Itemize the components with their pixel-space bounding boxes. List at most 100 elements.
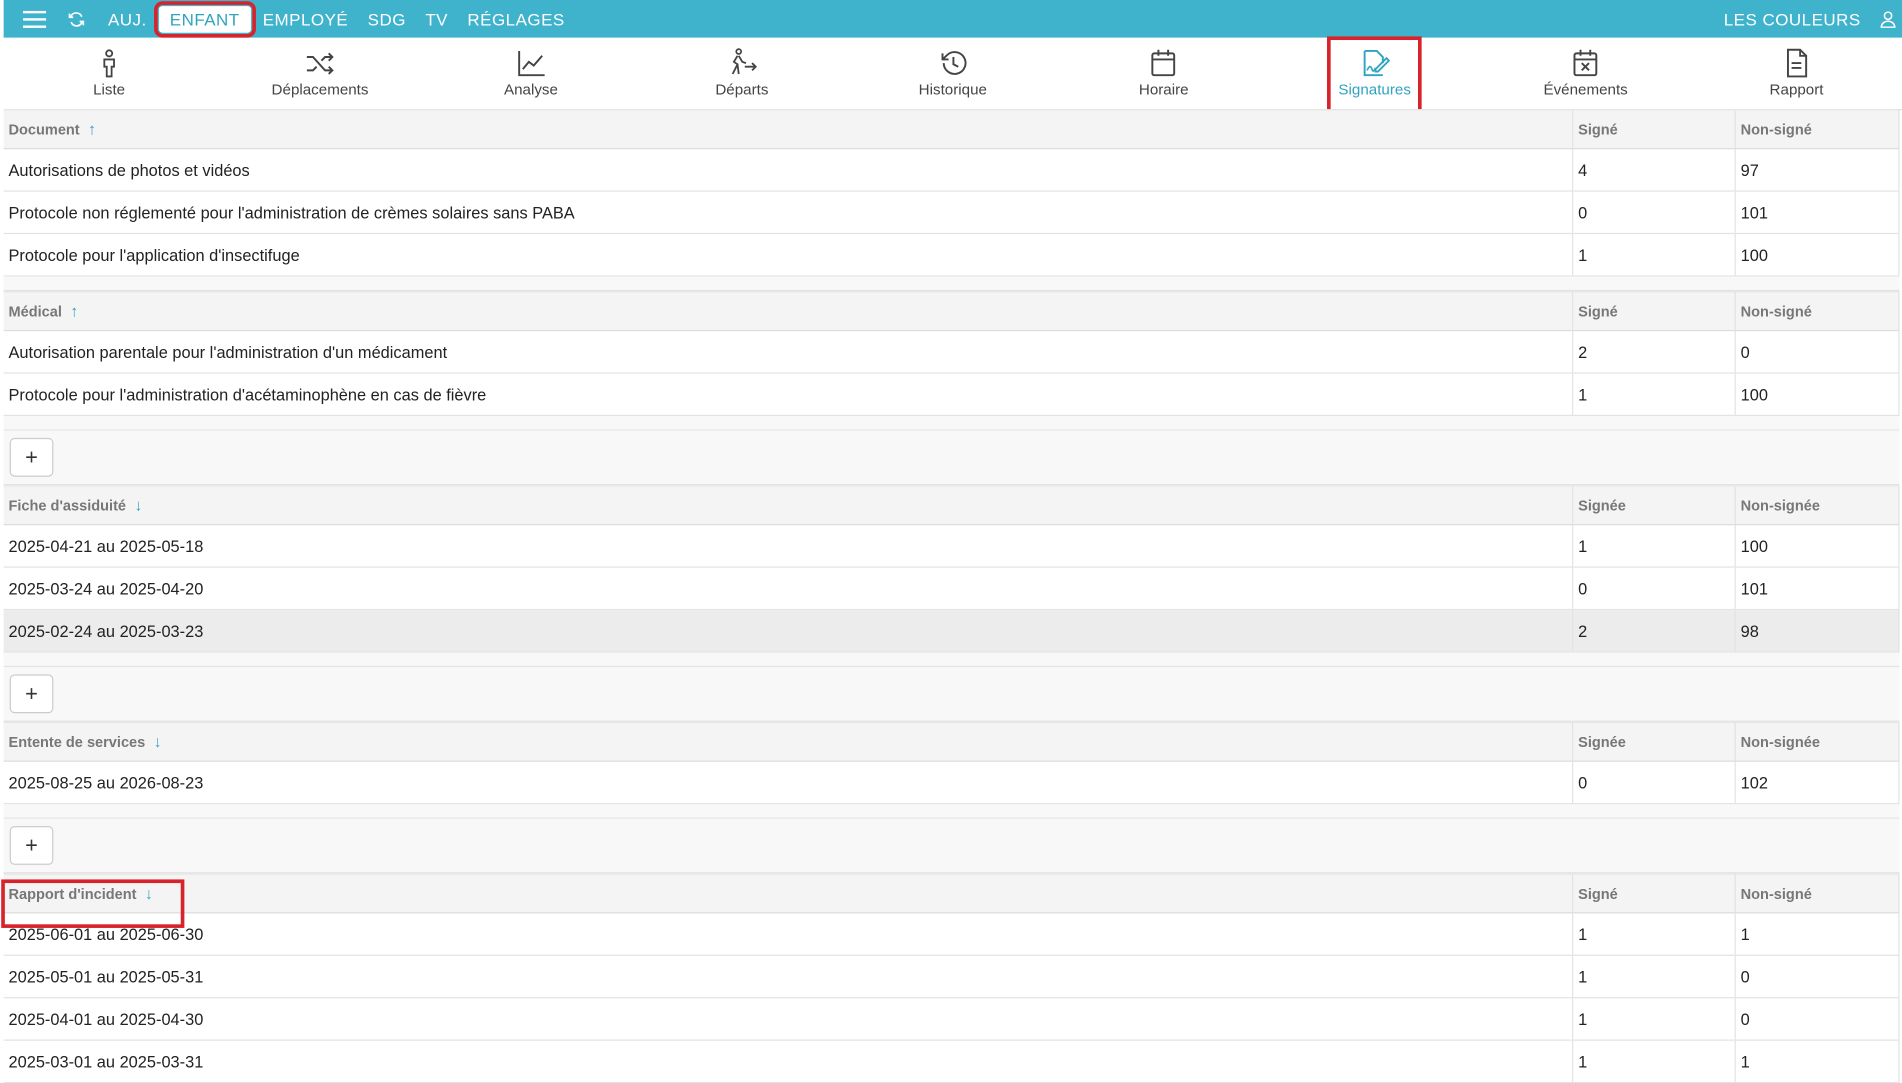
table-row[interactable]: Protocole non réglementé pour l'administ… bbox=[3, 191, 1900, 235]
module-tabs: Liste Déplacements Analyse Départs Histo… bbox=[3, 36, 1902, 115]
row-signed: 0 bbox=[1573, 761, 1736, 804]
top-navigation-bar: AUJ. ENFANT EMPLOYÉ SDG TV RÉGLAGES LES … bbox=[3, 0, 1902, 38]
row-unsigned: 102 bbox=[1736, 761, 1900, 804]
table-row[interactable]: Autorisations de photos et vidéos 4 97 bbox=[3, 149, 1900, 192]
tab-liste[interactable]: Liste bbox=[4, 39, 215, 109]
table-header-medical: Médical ↑ Signé Non-signé bbox=[3, 291, 1900, 332]
table-row[interactable]: Protocole pour l'administration d'acétam… bbox=[3, 373, 1900, 417]
nav-enfant[interactable]: ENFANT bbox=[154, 0, 256, 37]
chart-line-icon bbox=[517, 50, 545, 77]
history-icon bbox=[940, 51, 966, 75]
calendar-x-icon bbox=[1573, 49, 1598, 77]
tab-label: Signatures bbox=[1338, 81, 1411, 99]
sort-up-icon: ↑ bbox=[70, 302, 79, 321]
row-unsigned: 1 bbox=[1736, 913, 1900, 955]
row-signed: 2 bbox=[1573, 331, 1736, 373]
tab-label: Départs bbox=[715, 81, 769, 99]
signatures-tables: Document ↑ Signé Non-signé Autorisations … bbox=[1, 109, 1900, 1083]
tab-horaire[interactable]: Horaire bbox=[1058, 39, 1269, 109]
tab-label: Événements bbox=[1543, 81, 1628, 99]
sort-down-icon: ↓ bbox=[153, 732, 162, 751]
table-row[interactable]: 2025-04-21 au 2025-05-18 1 100 bbox=[3, 525, 1900, 568]
table-row[interactable]: 2025-06-01 au 2025-06-30 1 1 bbox=[3, 913, 1900, 956]
table-row[interactable]: 2025-05-01 au 2025-05-31 1 0 bbox=[3, 955, 1900, 999]
row-name: Protocole pour l'administration d'acétam… bbox=[4, 373, 1574, 415]
column-header-signed[interactable]: Signé bbox=[1573, 110, 1736, 148]
table-header-entente-services: Entente de services ↓ Signée Non-signée bbox=[3, 721, 1900, 762]
row-signed: 1 bbox=[1573, 913, 1736, 955]
add-button[interactable]: + bbox=[9, 826, 54, 865]
table-header-document: Document ↑ Signé Non-signé bbox=[3, 109, 1900, 150]
row-name: 2025-03-24 au 2025-04-20 bbox=[4, 567, 1574, 609]
row-unsigned: 100 bbox=[1736, 373, 1900, 415]
row-name: 2025-06-01 au 2025-06-30 bbox=[4, 913, 1574, 955]
row-unsigned: 98 bbox=[1736, 610, 1900, 652]
column-header: Médical bbox=[8, 302, 62, 320]
row-name: 2025-08-25 au 2026-08-23 bbox=[4, 761, 1574, 804]
sort-document[interactable]: Document ↑ bbox=[8, 120, 96, 138]
person-icon bbox=[103, 49, 115, 78]
nav-sdg[interactable]: SDG bbox=[358, 0, 416, 38]
row-signed: 2 bbox=[1573, 610, 1736, 652]
sort-down-icon: ↓ bbox=[134, 496, 143, 515]
row-signed: 1 bbox=[1573, 1040, 1736, 1082]
tab-label: Rapport bbox=[1769, 81, 1824, 99]
row-name: 2025-04-21 au 2025-05-18 bbox=[4, 525, 1574, 567]
walking-arrow-icon bbox=[731, 48, 757, 75]
table-row[interactable]: 2025-03-24 au 2025-04-20 0 101 bbox=[3, 567, 1900, 611]
column-header-unsigned[interactable]: Non-signée bbox=[1736, 722, 1900, 761]
row-signed: 0 bbox=[1573, 567, 1736, 609]
table-row[interactable]: 2025-08-25 au 2026-08-23 0 102 bbox=[3, 761, 1900, 805]
nav-employe[interactable]: EMPLOYÉ bbox=[253, 0, 358, 38]
les-couleurs-link[interactable]: LES COULEURS bbox=[1714, 0, 1873, 38]
column-header-unsigned[interactable]: Non-signé bbox=[1736, 292, 1900, 330]
refresh-icon[interactable] bbox=[64, 0, 88, 38]
nav-reglages[interactable]: RÉGLAGES bbox=[458, 0, 575, 38]
table-row[interactable]: Autorisation parentale pour l'administra… bbox=[3, 331, 1900, 374]
sort-medical[interactable]: Médical ↑ bbox=[8, 302, 78, 320]
column-header-signed[interactable]: Signée bbox=[1573, 722, 1736, 761]
column-header-unsigned[interactable]: Non-signé bbox=[1736, 110, 1900, 148]
tab-rapport[interactable]: Rapport bbox=[1691, 39, 1902, 109]
tab-analyse[interactable]: Analyse bbox=[425, 39, 636, 109]
nav-tv[interactable]: TV bbox=[416, 0, 458, 38]
row-signed: 4 bbox=[1573, 149, 1736, 191]
column-header-signed[interactable]: Signée bbox=[1573, 486, 1736, 525]
add-bar: + bbox=[3, 818, 1900, 874]
table-row[interactable]: 2025-03-01 au 2025-03-31 1 1 bbox=[3, 1040, 1900, 1083]
tab-historique[interactable]: Historique bbox=[847, 39, 1058, 109]
tab-label: Déplacements bbox=[271, 81, 369, 99]
sort-rapport-incident[interactable]: Rapport d'incident ↓ bbox=[1, 879, 185, 928]
column-header-unsigned[interactable]: Non-signée bbox=[1736, 486, 1900, 525]
add-button[interactable]: + bbox=[9, 674, 54, 714]
tab-deplacements[interactable]: Déplacements bbox=[215, 39, 426, 109]
row-name: 2025-04-01 au 2025-04-30 bbox=[4, 998, 1574, 1040]
nav-auj[interactable]: AUJ. bbox=[98, 0, 156, 38]
add-button[interactable]: + bbox=[9, 437, 54, 477]
table-header-fiche-assiduite: Fiche d'assiduité ↓ Signée Non-signée bbox=[3, 485, 1900, 526]
row-name: Protocole pour l'application d'insectifu… bbox=[4, 234, 1574, 276]
column-header-signed[interactable]: Signé bbox=[1573, 874, 1736, 913]
column-header: Document bbox=[8, 120, 80, 138]
sort-fiche-assiduite[interactable]: Fiche d'assiduité ↓ bbox=[8, 496, 142, 514]
row-unsigned: 0 bbox=[1736, 998, 1900, 1040]
row-signed: 0 bbox=[1573, 191, 1736, 233]
row-name: Autorisation parentale pour l'administra… bbox=[4, 331, 1574, 373]
section-spacer bbox=[3, 416, 1900, 431]
column-header-unsigned[interactable]: Non-signé bbox=[1736, 874, 1900, 913]
tab-signatures[interactable]: Signatures bbox=[1269, 36, 1480, 115]
table-row[interactable]: Protocole pour l'application d'insectifu… bbox=[3, 234, 1900, 277]
row-signed: 1 bbox=[1573, 525, 1736, 567]
tab-evenements[interactable]: Événements bbox=[1480, 39, 1691, 109]
table-row[interactable]: 2025-04-01 au 2025-04-30 1 0 bbox=[3, 998, 1900, 1041]
signature-icon bbox=[1363, 49, 1391, 77]
table-row-hovered[interactable]: 2025-02-24 au 2025-03-23 2 98 bbox=[3, 610, 1900, 653]
document-icon bbox=[1787, 48, 1808, 78]
user-icon[interactable] bbox=[1873, 10, 1902, 28]
sort-entente-services[interactable]: Entente de services ↓ bbox=[8, 733, 161, 751]
row-name: 2025-02-24 au 2025-03-23 bbox=[4, 610, 1574, 652]
tab-departs[interactable]: Départs bbox=[636, 39, 847, 109]
row-name: Protocole non réglementé pour l'administ… bbox=[4, 191, 1574, 233]
column-header-signed[interactable]: Signé bbox=[1573, 292, 1736, 330]
hamburger-menu-icon[interactable] bbox=[4, 0, 65, 38]
